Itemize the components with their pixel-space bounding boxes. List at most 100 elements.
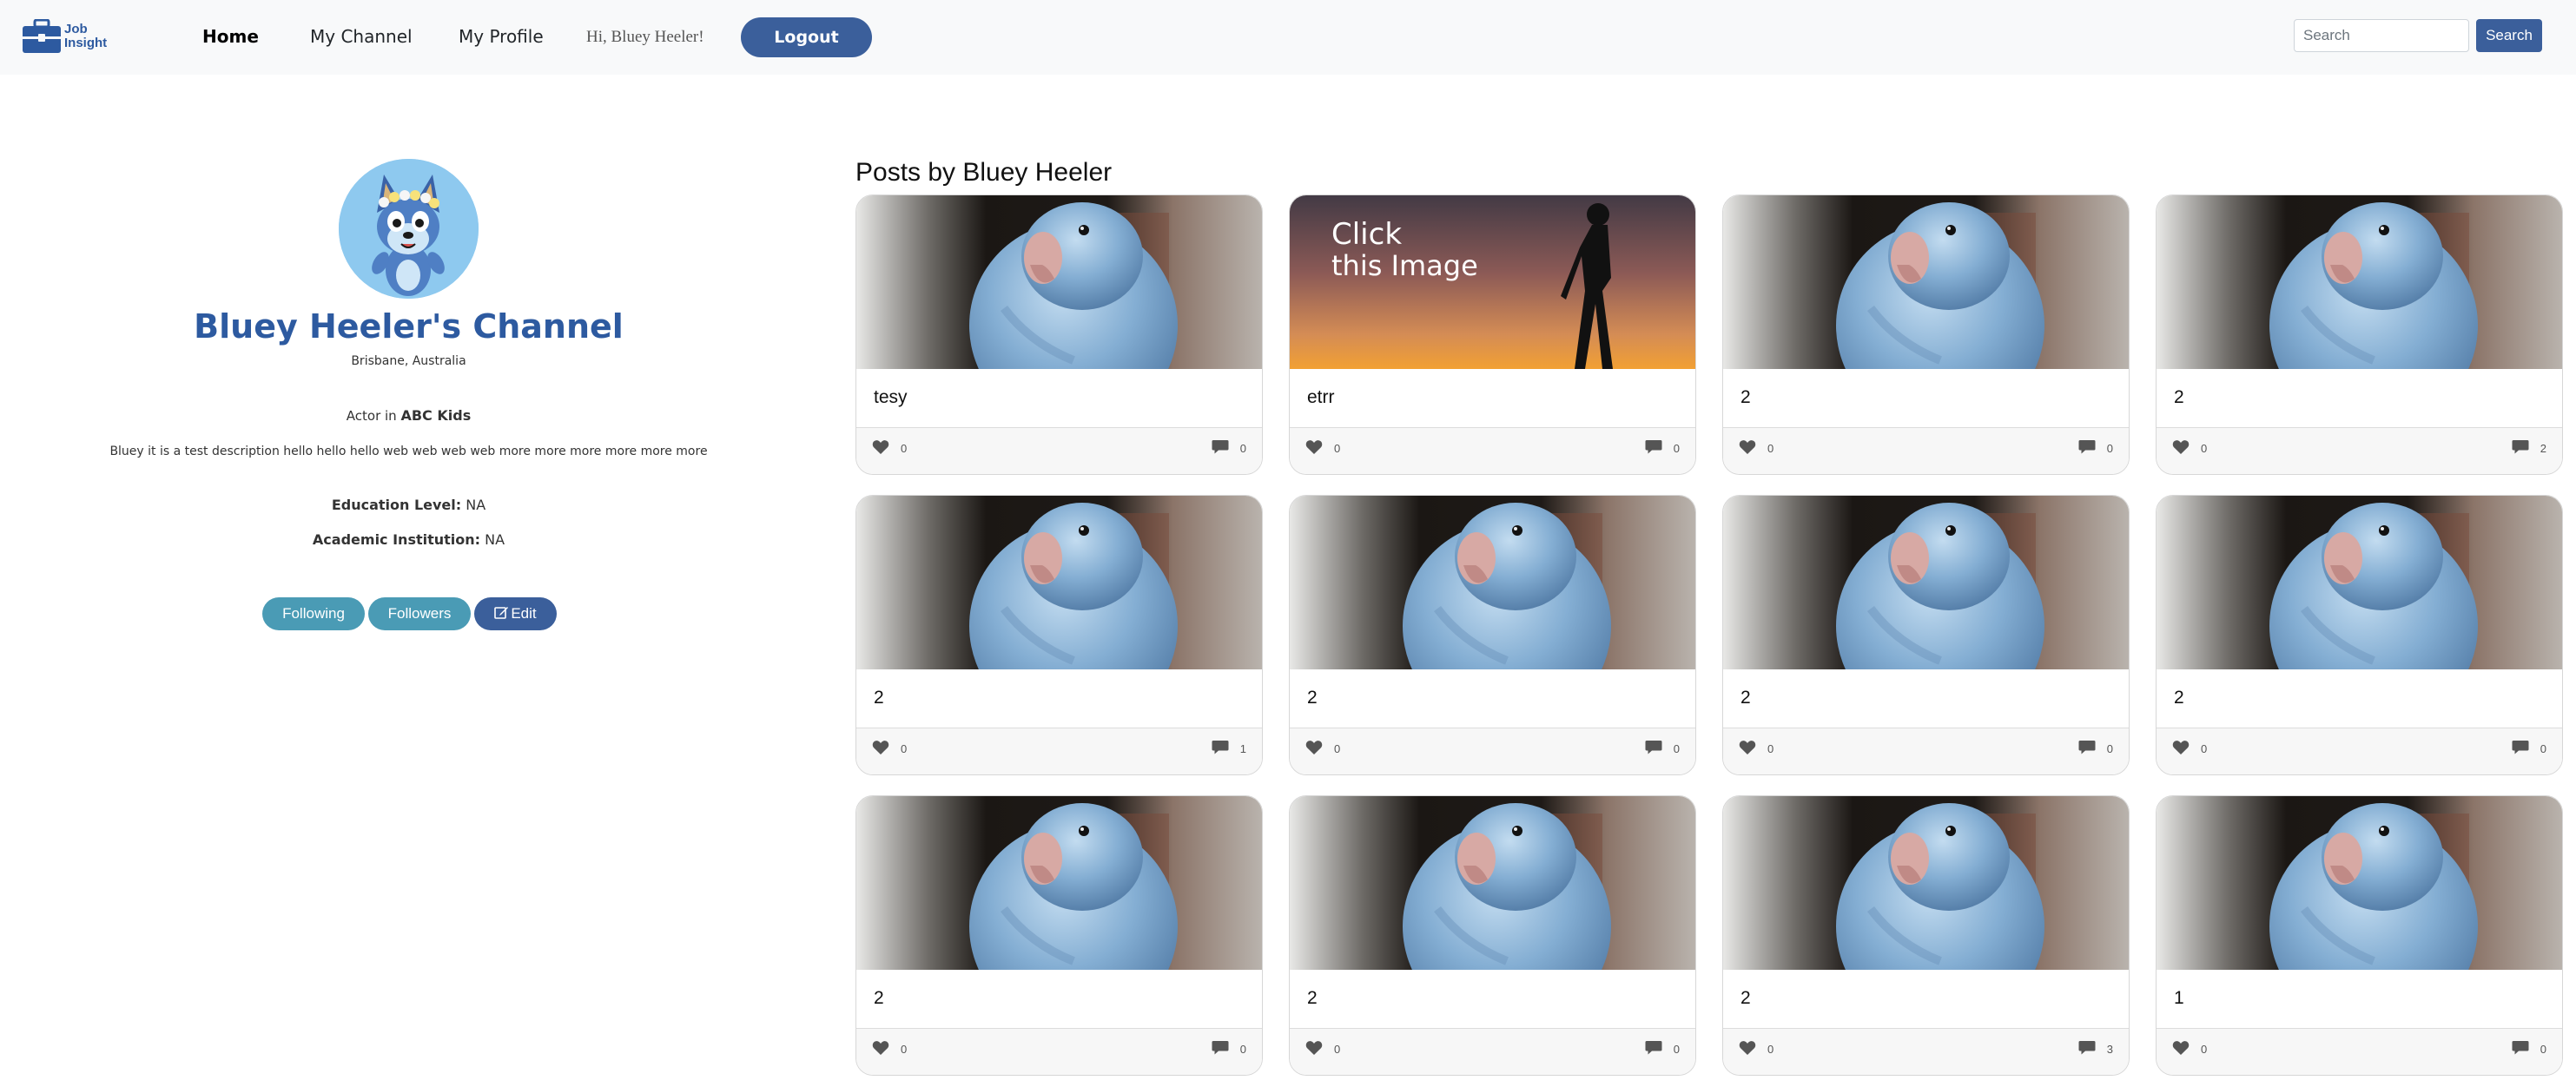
comment-icon[interactable] — [1212, 439, 1229, 455]
channel-title: Bluey Heeler's Channel — [194, 307, 624, 346]
post-image-parrot — [1723, 195, 2129, 369]
post-footer: 0 0 — [1290, 728, 1695, 774]
comment-count: 0 — [1239, 1043, 1246, 1056]
edit-button[interactable]: Edit — [474, 597, 557, 630]
post-title[interactable]: 1 — [2174, 987, 2184, 1010]
comment-icon[interactable] — [1645, 439, 1662, 455]
comment-icon[interactable] — [1212, 740, 1229, 755]
post-title[interactable]: 2 — [1307, 987, 1318, 1010]
post-image[interactable] — [1723, 195, 2129, 369]
comment-icon[interactable] — [2512, 740, 2529, 755]
post-image-parrot — [2157, 195, 2562, 369]
nav-my-channel[interactable]: My Channel — [310, 25, 413, 48]
like-count: 0 — [1767, 1043, 1774, 1056]
heart-icon[interactable] — [2172, 439, 2190, 455]
post-image[interactable] — [856, 195, 1262, 369]
post-title[interactable]: 2 — [1740, 987, 1751, 1010]
post-footer: 0 0 — [2157, 1028, 2562, 1075]
like-count: 0 — [1334, 1043, 1341, 1056]
comment-icon[interactable] — [1645, 740, 1662, 755]
post-card[interactable]: 2 0 0 — [855, 795, 1263, 1076]
like-count: 0 — [1767, 442, 1774, 455]
education-level: Education Level: NA — [0, 496, 817, 515]
profile-role: Actor in ABC Kids — [0, 407, 817, 425]
nav-home[interactable]: Home — [202, 25, 259, 48]
comment-icon[interactable] — [2512, 439, 2529, 455]
comment-count: 0 — [1673, 1043, 1680, 1056]
brand-logo[interactable]: Job Insight — [23, 19, 109, 56]
post-card[interactable]: 2 0 0 — [1722, 495, 2130, 775]
heart-icon[interactable] — [872, 740, 889, 755]
comment-icon[interactable] — [2078, 740, 2096, 755]
avatar-image — [339, 159, 479, 299]
post-card[interactable]: Click this Image etrr 0 0 — [1289, 194, 1696, 475]
post-title[interactable]: 2 — [874, 687, 884, 709]
post-title[interactable]: 2 — [1307, 687, 1318, 709]
post-image[interactable] — [1290, 496, 1695, 669]
post-card[interactable]: 2 0 0 — [1289, 795, 1696, 1076]
heart-icon[interactable] — [2172, 1040, 2190, 1056]
comment-icon[interactable] — [2078, 439, 2096, 455]
post-image[interactable] — [856, 496, 1262, 669]
post-footer: 0 0 — [1723, 427, 2129, 474]
heart-icon[interactable] — [1305, 740, 1323, 755]
post-image[interactable] — [2157, 195, 2562, 369]
heart-icon[interactable] — [872, 439, 889, 455]
heart-icon[interactable] — [1739, 1040, 1756, 1056]
comment-count: 0 — [2540, 1043, 2546, 1056]
post-image[interactable]: Click this Image — [1290, 195, 1695, 369]
comment-count: 1 — [1239, 742, 1246, 755]
heart-icon[interactable] — [872, 1040, 889, 1056]
following-button[interactable]: Following — [262, 597, 365, 630]
role-company: ABC Kids — [400, 407, 472, 424]
post-image[interactable] — [2157, 796, 2562, 970]
post-image[interactable] — [1723, 796, 2129, 970]
post-image[interactable] — [1723, 496, 2129, 669]
post-title[interactable]: 2 — [1740, 687, 1751, 709]
search-input[interactable]: Search — [2294, 19, 2469, 52]
post-card[interactable]: 2 0 2 — [2156, 194, 2563, 475]
post-title[interactable]: 2 — [1740, 386, 1751, 409]
education-value: NA — [466, 497, 486, 513]
comment-icon[interactable] — [1212, 1040, 1229, 1056]
heart-icon[interactable] — [1739, 439, 1756, 455]
logout-button[interactable]: Logout — [741, 17, 872, 57]
post-footer: 0 2 — [2157, 427, 2562, 474]
comment-icon[interactable] — [1645, 1040, 1662, 1056]
post-card[interactable]: 2 0 0 — [2156, 495, 2563, 775]
like-count: 0 — [2201, 442, 2208, 455]
post-title[interactable]: etrr — [1307, 386, 1335, 409]
heart-icon[interactable] — [1305, 439, 1323, 455]
post-title[interactable]: 2 — [874, 987, 884, 1010]
education-label: Education Level: — [331, 497, 462, 513]
post-title[interactable]: tesy — [874, 386, 908, 409]
heart-icon[interactable] — [2172, 740, 2190, 755]
post-title[interactable]: 2 — [2174, 386, 2184, 409]
comment-icon[interactable] — [2512, 1040, 2529, 1056]
post-card[interactable]: 2 0 0 — [1722, 194, 2130, 475]
comment-count: 0 — [1673, 742, 1680, 755]
post-image-parrot — [1723, 496, 2129, 669]
post-card[interactable]: tesy 0 0 — [855, 194, 1263, 475]
comment-icon[interactable] — [2078, 1040, 2096, 1056]
heart-icon[interactable] — [1305, 1040, 1323, 1056]
post-card[interactable]: 2 0 3 — [1722, 795, 2130, 1076]
comment-count: 0 — [2106, 742, 2113, 755]
post-card[interactable]: 1 0 0 — [2156, 795, 2563, 1076]
svg-text:this Image: this Image — [1331, 249, 1478, 282]
heart-icon[interactable] — [1739, 740, 1756, 755]
post-image[interactable] — [1290, 796, 1695, 970]
nav-my-profile[interactable]: My Profile — [459, 25, 544, 48]
search-button[interactable]: Search — [2476, 19, 2542, 52]
comment-count: 0 — [1239, 442, 1246, 455]
comment-count: 0 — [2106, 442, 2113, 455]
post-image[interactable] — [856, 796, 1262, 970]
post-card[interactable]: 2 0 0 — [1289, 495, 1696, 775]
followers-button[interactable]: Followers — [368, 597, 471, 630]
post-image[interactable] — [2157, 496, 2562, 669]
like-count: 0 — [2201, 1043, 2208, 1056]
post-footer: 0 3 — [1723, 1028, 2129, 1075]
post-title[interactable]: 2 — [2174, 687, 2184, 709]
navbar: Job Insight Home My Channel My Profile H… — [0, 0, 2576, 75]
post-card[interactable]: 2 0 1 — [855, 495, 1263, 775]
